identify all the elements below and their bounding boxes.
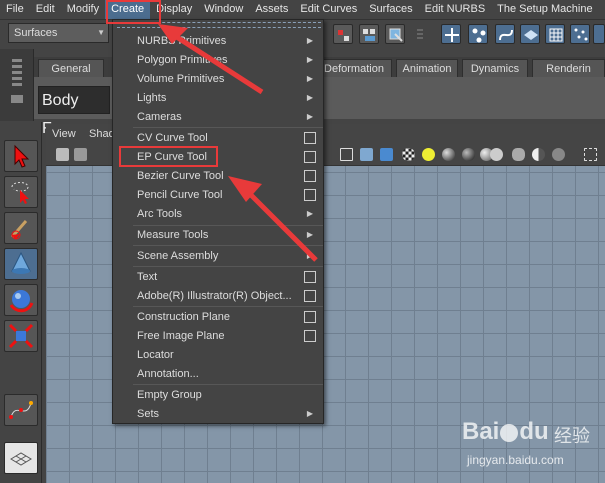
baidu-watermark: Bai du 经验 jingyan.baidu.com	[462, 418, 602, 478]
baidu-logo: Bai du	[462, 418, 549, 445]
arrow-to-create-menu	[170, 31, 264, 95]
paw-icon	[500, 423, 519, 442]
watermark-url: jingyan.baidu.com	[467, 453, 564, 467]
watermark-text: 经验	[554, 426, 590, 446]
annotation-arrows	[158, 24, 318, 262]
arrow-to-ep-curve	[244, 188, 318, 262]
